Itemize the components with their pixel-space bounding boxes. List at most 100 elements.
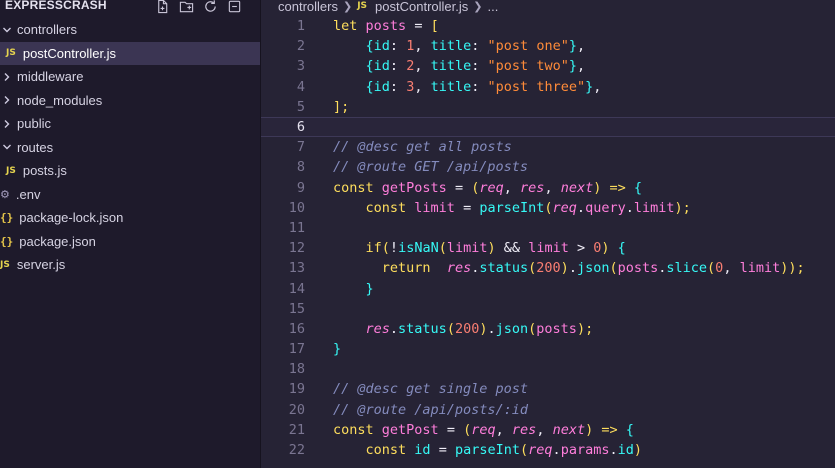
- line-number: 20: [288, 401, 305, 418]
- code-line[interactable]: 13 return res.status(200).json(posts.sli…: [261, 258, 835, 278]
- code-line[interactable]: 21 const getPost = (req, res, next) => {: [261, 420, 835, 440]
- tree-item-label: .env: [15, 186, 41, 202]
- code-text: // @route /api/posts/:id: [333, 401, 529, 418]
- line-number: 17: [288, 341, 305, 358]
- code-text: const id = parseInt(req.params.id): [365, 442, 643, 459]
- tree-item-controllers[interactable]: controllers: [0, 18, 260, 42]
- code-line[interactable]: 4 {id: 3, title: "post three"},: [261, 77, 835, 97]
- code-text: const getPost = (req, res, next) => {: [333, 421, 634, 438]
- code-text: let posts = [: [333, 18, 439, 35]
- code-text: {id: 3, title: "post three"},: [365, 78, 602, 95]
- chevron-down-icon: [2, 25, 14, 35]
- tree-item-label: middleware: [17, 69, 84, 85]
- tree-item-label: package-lock.json: [19, 210, 124, 226]
- code-line[interactable]: 22 const id = parseInt(req.params.id): [261, 440, 835, 460]
- tree-item-node-modules[interactable]: node_modules: [0, 89, 260, 113]
- js-file-icon: JS: [6, 48, 16, 59]
- code-text: return res.status(200).json(posts.slice(…: [381, 260, 805, 277]
- code-line[interactable]: 11: [261, 218, 835, 238]
- line-number: 21: [288, 421, 305, 438]
- json-file-icon: {}: [0, 211, 14, 225]
- code-area[interactable]: 1 let posts = [2 {id: 1, title: "post one…: [261, 16, 835, 460]
- code-line[interactable]: 18: [261, 359, 835, 379]
- code-line[interactable]: 5];: [261, 97, 835, 117]
- line-number: 19: [288, 381, 305, 398]
- code-line[interactable]: 17}: [261, 339, 835, 359]
- code-editor[interactable]: controllers ❯ JS postController.js ❯ ...…: [261, 0, 835, 468]
- line-number: 18: [288, 361, 305, 378]
- refresh-icon[interactable]: [202, 0, 218, 14]
- tree-item-public[interactable]: public: [0, 112, 260, 136]
- breadcrumb-more[interactable]: ...: [487, 0, 498, 14]
- line-number: 4: [296, 78, 305, 95]
- tree-item-package-lock[interactable]: {} package-lock.json: [0, 206, 260, 230]
- code-line[interactable]: 7 // @desc get all posts: [261, 137, 835, 157]
- line-number: 16: [288, 320, 305, 337]
- tree-item-label: server.js: [16, 257, 66, 273]
- code-text: // @desc get single post: [333, 381, 529, 398]
- line-number: 11: [288, 219, 305, 236]
- breadcrumb-folder[interactable]: controllers: [278, 0, 338, 14]
- collapse-icon[interactable]: [226, 0, 242, 14]
- code-line[interactable]: 2 {id: 1, title: "post one"},: [261, 36, 835, 56]
- code-text: // @desc get all posts: [333, 139, 512, 156]
- project-title: EXPRESSCRASH: [5, 0, 107, 12]
- chevron-down-icon: [2, 142, 14, 152]
- code-text: if(!isNaN(limit) && limit > 0) {: [365, 240, 626, 257]
- explorer-sidebar: EXPRESSCRASH controllers JS postControll…: [0, 0, 261, 468]
- code-text: {id: 2, title: "post two"},: [365, 58, 586, 75]
- explorer-header: EXPRESSCRASH: [0, 0, 260, 16]
- code-line[interactable]: 15: [261, 299, 835, 319]
- tree-item-label: postController.js: [22, 45, 117, 61]
- code-line[interactable]: 9 const getPosts = (req, res, next) => {: [261, 178, 835, 198]
- line-number: 22: [288, 442, 305, 459]
- tree-item-label: package.json: [19, 233, 96, 249]
- js-file-icon: JS: [357, 1, 368, 11]
- code-line[interactable]: 10 const limit = parseInt(req.query.limi…: [261, 198, 835, 218]
- js-file-icon: JS: [6, 165, 16, 176]
- tree-item-label: public: [17, 116, 51, 132]
- line-number: 6: [296, 119, 305, 136]
- tree-item-routes[interactable]: routes: [0, 136, 260, 160]
- code-line[interactable]: 8 // @route GET /api/posts: [261, 157, 835, 177]
- tree-item-middleware[interactable]: middleware: [0, 65, 260, 89]
- code-text: ];: [333, 98, 350, 115]
- code-line[interactable]: 19 // @desc get single post: [261, 379, 835, 399]
- tree-item-label: controllers: [17, 22, 77, 38]
- chevron-right-icon: [2, 72, 14, 82]
- tree-item-label: routes: [17, 139, 54, 155]
- tree-item-server-js[interactable]: JS server.js: [0, 253, 260, 277]
- line-number: 2: [296, 38, 305, 55]
- chevron-right-icon: [2, 119, 14, 129]
- code-line[interactable]: 20 // @route /api/posts/:id: [261, 400, 835, 420]
- code-line[interactable]: 16 res.status(200).json(posts);: [261, 319, 835, 339]
- line-number: 10: [288, 199, 305, 216]
- breadcrumb: controllers ❯ JS postController.js ❯ ...: [278, 0, 498, 14]
- explorer-actions: [154, 0, 242, 14]
- line-number: 15: [288, 300, 305, 317]
- breadcrumb-file[interactable]: postController.js: [375, 0, 468, 14]
- tree-item-label: posts.js: [22, 163, 67, 179]
- line-number: 7: [296, 139, 305, 156]
- new-file-icon[interactable]: [154, 0, 170, 14]
- line-number: 12: [288, 240, 305, 257]
- code-line[interactable]: 6: [261, 116, 835, 138]
- code-line[interactable]: 14 }: [261, 278, 835, 298]
- line-number: 1: [296, 18, 305, 35]
- json-file-icon: {}: [0, 234, 14, 248]
- chevron-right-icon: ❯: [473, 0, 483, 13]
- chevron-right-icon: ❯: [342, 0, 353, 13]
- code-text: }: [333, 341, 342, 358]
- js-file-icon: JS: [0, 259, 10, 270]
- tree-item-env[interactable]: ⚙ .env: [0, 183, 260, 207]
- tree-item-package-json[interactable]: {} package.json: [0, 230, 260, 254]
- gear-icon: ⚙: [0, 188, 10, 201]
- code-line[interactable]: 1 let posts = [: [261, 16, 835, 36]
- line-number: 9: [296, 179, 305, 196]
- tree-item-postcontroller[interactable]: JS postController.js: [0, 41, 260, 65]
- new-folder-icon[interactable]: [178, 0, 194, 14]
- line-number: 3: [296, 58, 305, 75]
- code-line[interactable]: 3 {id: 2, title: "post two"},: [261, 56, 835, 76]
- tree-item-posts-js[interactable]: JS posts.js: [0, 159, 260, 183]
- code-line[interactable]: 12 if(!isNaN(limit) && limit > 0) {: [261, 238, 835, 258]
